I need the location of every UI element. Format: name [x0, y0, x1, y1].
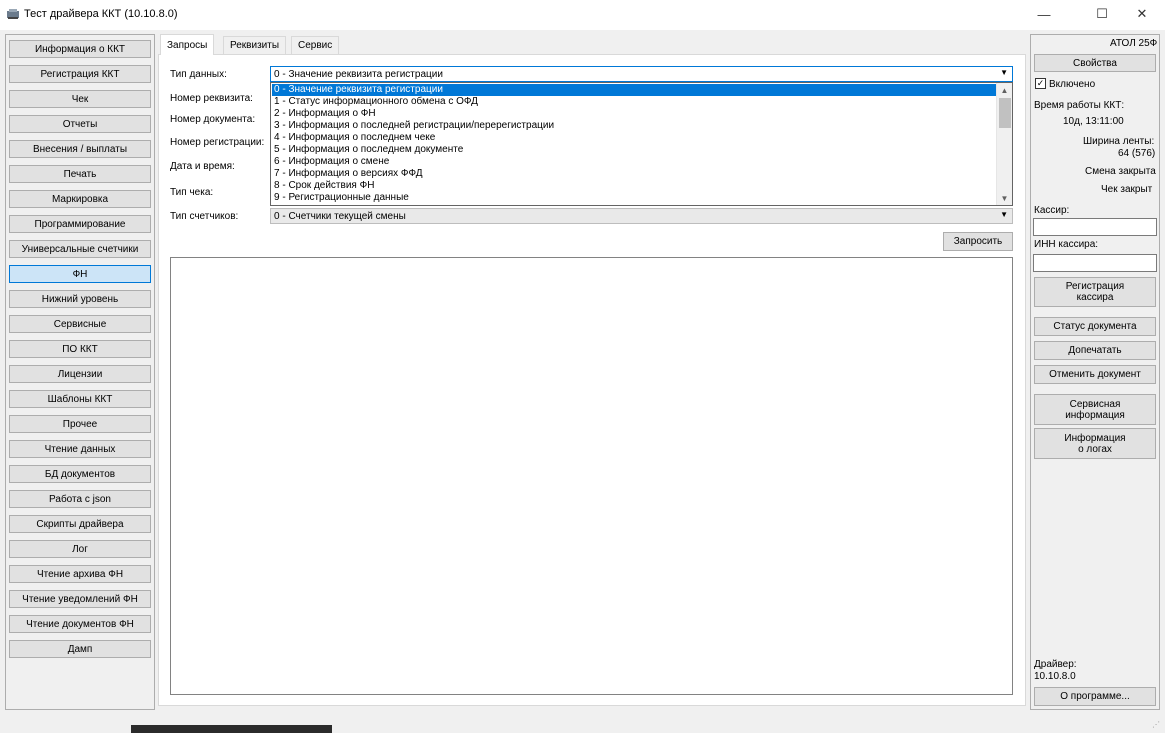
- nav-marking-button[interactable]: Маркировка: [9, 190, 151, 208]
- cancel-document-button[interactable]: Отменить документ: [1034, 365, 1156, 384]
- cashier-input[interactable]: [1033, 218, 1157, 236]
- nav-service-button[interactable]: Сервисные: [9, 315, 151, 333]
- nav-json-button[interactable]: Работа с json: [9, 490, 151, 508]
- nav-fn-archive-button[interactable]: Чтение архива ФН: [9, 565, 151, 583]
- window-title: Тест драйвера ККТ (10.10.8.0): [24, 8, 178, 20]
- register-cashier-line2: кассира: [1076, 292, 1114, 303]
- receipt-status: Чек закрыт: [1101, 184, 1153, 195]
- nav-fn-button[interactable]: ФН: [9, 265, 151, 283]
- taskbar-fragment: [131, 725, 332, 733]
- logs-info-button[interactable]: Информация о логах: [1034, 428, 1156, 459]
- data-type-select-value: 0 - Значение реквизита регистрации: [274, 68, 443, 80]
- counters-type-select[interactable]: 0 - Счетчики текущей смены ▼: [270, 208, 1013, 224]
- nav-print-button[interactable]: Печать: [9, 165, 151, 183]
- receipt-type-label: Тип чека:: [170, 187, 214, 198]
- maximize-button[interactable]: ☐: [1082, 0, 1122, 28]
- logs-info-line2: о логах: [1078, 443, 1112, 455]
- requisite-number-label: Номер реквизита:: [170, 93, 253, 104]
- nav-fn-notifications-button[interactable]: Чтение уведомлений ФН: [9, 590, 151, 608]
- dropdown-option-4[interactable]: 4 - Информация о последнем чеке: [274, 132, 435, 144]
- nav-licenses-button[interactable]: Лицензии: [9, 365, 151, 383]
- uptime-value: 10д, 13:11:00: [1063, 116, 1124, 127]
- register-cashier-button[interactable]: Регистрация кассира: [1034, 277, 1156, 307]
- dropdown-option-9[interactable]: 9 - Регистрационные данные: [274, 192, 409, 204]
- counters-type-select-value: 0 - Счетчики текущей смены: [274, 210, 406, 222]
- registration-number-label: Номер регистрации:: [170, 137, 265, 148]
- uptime-label: Время работы ККТ:: [1034, 100, 1125, 111]
- tab-service[interactable]: Сервис: [291, 36, 340, 54]
- tape-width-value: 64 (576): [1118, 148, 1156, 159]
- tab-requisites[interactable]: Реквизиты: [223, 36, 287, 54]
- dropdown-option-0[interactable]: 0 - Значение реквизита регистрации: [272, 84, 996, 96]
- properties-button[interactable]: Свойства: [1034, 54, 1156, 72]
- register-cashier-line1: Регистрация: [1065, 281, 1125, 292]
- dropdown-option-8[interactable]: 8 - Срок действия ФН: [274, 180, 374, 192]
- close-button[interactable]: ✕: [1122, 0, 1162, 28]
- chevron-down-icon: ▼: [1000, 68, 1008, 77]
- output-textarea[interactable]: [170, 257, 1013, 695]
- service-info-line1: Сервисная: [1069, 398, 1121, 410]
- date-time-label: Дата и время:: [170, 161, 235, 172]
- tape-width-label: Ширина ленты:: [1083, 136, 1155, 147]
- resize-grip-icon[interactable]: ⋰: [1152, 720, 1160, 729]
- nav-read-data-button[interactable]: Чтение данных: [9, 440, 151, 458]
- driver-version: 10.10.8.0: [1034, 671, 1076, 682]
- reprint-button[interactable]: Допечатать: [1034, 341, 1156, 360]
- nav-receipt-button[interactable]: Чек: [9, 90, 151, 108]
- nav-documents-db-button[interactable]: БД документов: [9, 465, 151, 483]
- enabled-checkbox[interactable]: ✓: [1035, 78, 1046, 89]
- chevron-down-icon[interactable]: ▼: [997, 191, 1012, 205]
- nav-dump-button[interactable]: Дамп: [9, 640, 151, 658]
- cashier-inn-label: ИНН кассира:: [1034, 239, 1099, 250]
- nav-kkt-templates-button[interactable]: Шаблоны ККТ: [9, 390, 151, 408]
- enabled-label: Включено: [1049, 79, 1096, 90]
- nav-kkt-registration-button[interactable]: Регистрация ККТ: [9, 65, 151, 83]
- cashier-inn-input[interactable]: [1033, 254, 1157, 272]
- data-type-select[interactable]: 0 - Значение реквизита регистрации ▼: [270, 66, 1013, 82]
- dropdown-option-5[interactable]: 5 - Информация о последнем документе: [274, 144, 463, 156]
- tab-requests[interactable]: Запросы: [160, 34, 215, 55]
- left-navigation: Информация о ККТ Регистрация ККТ Чек Отч…: [5, 34, 155, 710]
- minimize-button[interactable]: —: [1024, 0, 1064, 28]
- nav-fn-documents-button[interactable]: Чтение документов ФН: [9, 615, 151, 633]
- title-bar: Тест драйвера ККТ (10.10.8.0) — ☐ ✕: [0, 0, 1165, 30]
- nav-kkt-info-button[interactable]: Информация о ККТ: [9, 40, 151, 58]
- nav-programming-button[interactable]: Программирование: [9, 215, 151, 233]
- chevron-up-icon[interactable]: ▲: [997, 83, 1012, 97]
- service-info-button[interactable]: Сервисная информация: [1034, 394, 1156, 425]
- dropdown-option-3[interactable]: 3 - Информация о последней регистрации/п…: [274, 120, 554, 132]
- document-number-label: Номер документа:: [170, 114, 256, 125]
- data-type-dropdown-list[interactable]: 0 - Значение реквизита регистрации 1 - С…: [270, 82, 1013, 206]
- nav-universal-counters-button[interactable]: Универсальные счетчики: [9, 240, 151, 258]
- nav-other-button[interactable]: Прочее: [9, 415, 151, 433]
- nav-kkt-software-button[interactable]: ПО ККТ: [9, 340, 151, 358]
- nav-log-button[interactable]: Лог: [9, 540, 151, 558]
- app-icon: [7, 9, 19, 19]
- driver-label: Драйвер:: [1034, 659, 1077, 670]
- dropdown-option-2[interactable]: 2 - Информация о ФН: [274, 108, 376, 120]
- dropdown-scrollbar[interactable]: ▲ ▼: [996, 83, 1012, 205]
- scrollbar-thumb[interactable]: [999, 98, 1011, 128]
- nav-cash-in-out-button[interactable]: Внесения / выплаты: [9, 140, 151, 158]
- kkt-model-label: АТОЛ 25Ф: [1110, 38, 1158, 49]
- nav-reports-button[interactable]: Отчеты: [9, 115, 151, 133]
- dropdown-option-7[interactable]: 7 - Информация о версиях ФФД: [274, 168, 423, 180]
- dropdown-option-1[interactable]: 1 - Статус информационного обмена с ОФД: [274, 96, 478, 108]
- document-status-button[interactable]: Статус документа: [1034, 317, 1156, 336]
- chevron-down-icon: ▼: [1000, 210, 1008, 219]
- data-type-label: Тип данных:: [170, 69, 227, 80]
- nav-driver-scripts-button[interactable]: Скрипты драйвера: [9, 515, 151, 533]
- service-info-line2: информация: [1065, 409, 1125, 421]
- cashier-label: Кассир:: [1034, 205, 1070, 216]
- request-button[interactable]: Запросить: [943, 232, 1013, 251]
- counters-type-label: Тип счетчиков:: [170, 211, 239, 222]
- about-button[interactable]: О программе...: [1034, 687, 1156, 706]
- logs-info-line1: Информация: [1064, 432, 1126, 444]
- nav-low-level-button[interactable]: Нижний уровень: [9, 290, 151, 308]
- shift-status: Смена закрыта: [1085, 166, 1156, 177]
- dropdown-option-6[interactable]: 6 - Информация о смене: [274, 156, 389, 168]
